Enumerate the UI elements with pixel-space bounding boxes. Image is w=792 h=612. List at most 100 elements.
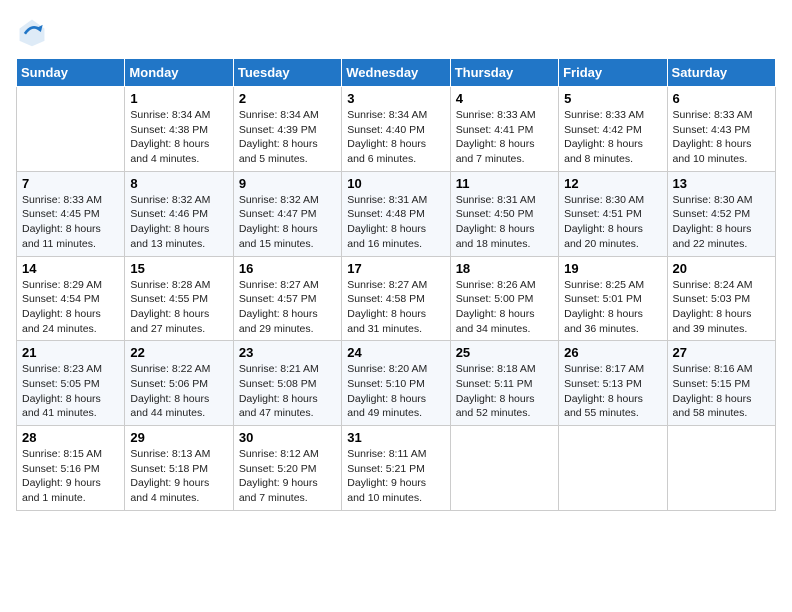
week-row-4: 21 Sunrise: 8:23 AMSunset: 5:05 PMDayligh…	[17, 341, 776, 426]
cell-info: Sunrise: 8:34 AMSunset: 4:39 PMDaylight:…	[239, 108, 336, 167]
calendar-cell: 9 Sunrise: 8:32 AMSunset: 4:47 PMDaylight…	[233, 171, 341, 256]
cell-info: Sunrise: 8:27 AMSunset: 4:57 PMDaylight:…	[239, 278, 336, 337]
day-number: 21	[22, 345, 119, 360]
weekday-header-sunday: Sunday	[17, 59, 125, 87]
day-number: 27	[673, 345, 770, 360]
cell-info: Sunrise: 8:26 AMSunset: 5:00 PMDaylight:…	[456, 278, 553, 337]
calendar-cell: 6 Sunrise: 8:33 AMSunset: 4:43 PMDaylight…	[667, 87, 775, 172]
cell-info: Sunrise: 8:33 AMSunset: 4:42 PMDaylight:…	[564, 108, 661, 167]
day-number: 25	[456, 345, 553, 360]
cell-info: Sunrise: 8:18 AMSunset: 5:11 PMDaylight:…	[456, 362, 553, 421]
weekday-header-friday: Friday	[559, 59, 667, 87]
cell-info: Sunrise: 8:16 AMSunset: 5:15 PMDaylight:…	[673, 362, 770, 421]
weekday-header-monday: Monday	[125, 59, 233, 87]
calendar-cell: 10Sunrise: 8:31 AMSunset: 4:48 PMDayligh…	[342, 171, 450, 256]
weekday-header-row: SundayMondayTuesdayWednesdayThursdayFrid…	[17, 59, 776, 87]
day-number: 30	[239, 430, 336, 445]
cell-info: Sunrise: 8:34 AMSunset: 4:38 PMDaylight:…	[130, 108, 227, 167]
calendar-cell: 24 Sunrise: 8:20 AMSunset: 5:10 PMDayligh…	[342, 341, 450, 426]
weekday-header-thursday: Thursday	[450, 59, 558, 87]
calendar-cell: 27 Sunrise: 8:16 AMSunset: 5:15 PMDayligh…	[667, 341, 775, 426]
calendar-cell	[667, 426, 775, 511]
day-number: 31	[347, 430, 444, 445]
cell-info: Sunrise: 8:24 AMSunset: 5:03 PMDaylight:…	[673, 278, 770, 337]
day-number: 6	[673, 91, 770, 106]
cell-info: Sunrise: 8:34 AMSunset: 4:40 PMDaylight:…	[347, 108, 444, 167]
calendar-cell: 13Sunrise: 8:30 AMSunset: 4:52 PMDayligh…	[667, 171, 775, 256]
cell-info: Sunrise: 8:25 AMSunset: 5:01 PMDaylight:…	[564, 278, 661, 337]
calendar-cell: 29 Sunrise: 8:13 AMSunset: 5:18 PMDayligh…	[125, 426, 233, 511]
day-number: 3	[347, 91, 444, 106]
cell-info: Sunrise: 8:15 AMSunset: 5:16 PMDaylight:…	[22, 447, 119, 506]
day-number: 22	[130, 345, 227, 360]
day-number: 29	[130, 430, 227, 445]
calendar-cell: 2 Sunrise: 8:34 AMSunset: 4:39 PMDaylight…	[233, 87, 341, 172]
cell-info: Sunrise: 8:12 AMSunset: 5:20 PMDaylight:…	[239, 447, 336, 506]
calendar-cell: 11 Sunrise: 8:31 AMSunset: 4:50 PMDayligh…	[450, 171, 558, 256]
week-row-3: 14 Sunrise: 8:29 AMSunset: 4:54 PMDayligh…	[17, 256, 776, 341]
cell-info: Sunrise: 8:29 AMSunset: 4:54 PMDaylight:…	[22, 278, 119, 337]
calendar-cell: 12 Sunrise: 8:30 AMSunset: 4:51 PMDayligh…	[559, 171, 667, 256]
day-number: 28	[22, 430, 119, 445]
calendar-cell	[450, 426, 558, 511]
day-number: 4	[456, 91, 553, 106]
cell-info: Sunrise: 8:33 AMSunset: 4:41 PMDaylight:…	[456, 108, 553, 167]
day-number: 9	[239, 176, 336, 191]
calendar-cell	[559, 426, 667, 511]
day-number: 5	[564, 91, 661, 106]
calendar-cell: 14 Sunrise: 8:29 AMSunset: 4:54 PMDayligh…	[17, 256, 125, 341]
calendar-cell: 7Sunrise: 8:33 AMSunset: 4:45 PMDaylight…	[17, 171, 125, 256]
day-number: 20	[673, 261, 770, 276]
day-number: 14	[22, 261, 119, 276]
calendar-cell: 19 Sunrise: 8:25 AMSunset: 5:01 PMDayligh…	[559, 256, 667, 341]
day-number: 8	[130, 176, 227, 191]
calendar-cell: 22 Sunrise: 8:22 AMSunset: 5:06 PMDayligh…	[125, 341, 233, 426]
calendar-cell: 21 Sunrise: 8:23 AMSunset: 5:05 PMDayligh…	[17, 341, 125, 426]
day-number: 15	[130, 261, 227, 276]
day-number: 16	[239, 261, 336, 276]
weekday-header-saturday: Saturday	[667, 59, 775, 87]
calendar-cell: 1Sunrise: 8:34 AMSunset: 4:38 PMDaylight…	[125, 87, 233, 172]
day-number: 19	[564, 261, 661, 276]
cell-info: Sunrise: 8:30 AMSunset: 4:51 PMDaylight:…	[564, 193, 661, 252]
calendar-cell: 23Sunrise: 8:21 AMSunset: 5:08 PMDayligh…	[233, 341, 341, 426]
cell-info: Sunrise: 8:20 AMSunset: 5:10 PMDaylight:…	[347, 362, 444, 421]
day-number: 24	[347, 345, 444, 360]
cell-info: Sunrise: 8:32 AMSunset: 4:47 PMDaylight:…	[239, 193, 336, 252]
calendar-cell: 3 Sunrise: 8:34 AMSunset: 4:40 PMDaylight…	[342, 87, 450, 172]
day-number: 26	[564, 345, 661, 360]
day-number: 18	[456, 261, 553, 276]
day-number: 17	[347, 261, 444, 276]
calendar-cell: 25 Sunrise: 8:18 AMSunset: 5:11 PMDayligh…	[450, 341, 558, 426]
cell-info: Sunrise: 8:31 AMSunset: 4:50 PMDaylight:…	[456, 193, 553, 252]
calendar-cell: 15 Sunrise: 8:28 AMSunset: 4:55 PMDayligh…	[125, 256, 233, 341]
weekday-header-tuesday: Tuesday	[233, 59, 341, 87]
calendar-cell	[17, 87, 125, 172]
day-number: 7	[22, 176, 119, 191]
cell-info: Sunrise: 8:23 AMSunset: 5:05 PMDaylight:…	[22, 362, 119, 421]
logo	[16, 16, 52, 48]
calendar-table: SundayMondayTuesdayWednesdayThursdayFrid…	[16, 58, 776, 511]
day-number: 12	[564, 176, 661, 191]
calendar-cell: 8Sunrise: 8:32 AMSunset: 4:46 PMDaylight…	[125, 171, 233, 256]
cell-info: Sunrise: 8:21 AMSunset: 5:08 PMDaylight:…	[239, 362, 336, 421]
cell-info: Sunrise: 8:11 AMSunset: 5:21 PMDaylight:…	[347, 447, 444, 506]
cell-info: Sunrise: 8:28 AMSunset: 4:55 PMDaylight:…	[130, 278, 227, 337]
cell-info: Sunrise: 8:33 AMSunset: 4:43 PMDaylight:…	[673, 108, 770, 167]
calendar-cell: 26Sunrise: 8:17 AMSunset: 5:13 PMDayligh…	[559, 341, 667, 426]
cell-info: Sunrise: 8:22 AMSunset: 5:06 PMDaylight:…	[130, 362, 227, 421]
weekday-header-wednesday: Wednesday	[342, 59, 450, 87]
day-number: 2	[239, 91, 336, 106]
day-number: 11	[456, 176, 553, 191]
calendar-cell: 28 Sunrise: 8:15 AMSunset: 5:16 PMDayligh…	[17, 426, 125, 511]
calendar-cell: 20 Sunrise: 8:24 AMSunset: 5:03 PMDayligh…	[667, 256, 775, 341]
week-row-5: 28 Sunrise: 8:15 AMSunset: 5:16 PMDayligh…	[17, 426, 776, 511]
calendar-cell: 4 Sunrise: 8:33 AMSunset: 4:41 PMDaylight…	[450, 87, 558, 172]
calendar-cell: 18 Sunrise: 8:26 AMSunset: 5:00 PMDayligh…	[450, 256, 558, 341]
cell-info: Sunrise: 8:30 AMSunset: 4:52 PMDaylight:…	[673, 193, 770, 252]
calendar-cell: 31 Sunrise: 8:11 AMSunset: 5:21 PMDayligh…	[342, 426, 450, 511]
calendar-cell: 16 Sunrise: 8:27 AMSunset: 4:57 PMDayligh…	[233, 256, 341, 341]
week-row-2: 7Sunrise: 8:33 AMSunset: 4:45 PMDaylight…	[17, 171, 776, 256]
week-row-1: 1Sunrise: 8:34 AMSunset: 4:38 PMDaylight…	[17, 87, 776, 172]
cell-info: Sunrise: 8:13 AMSunset: 5:18 PMDaylight:…	[130, 447, 227, 506]
